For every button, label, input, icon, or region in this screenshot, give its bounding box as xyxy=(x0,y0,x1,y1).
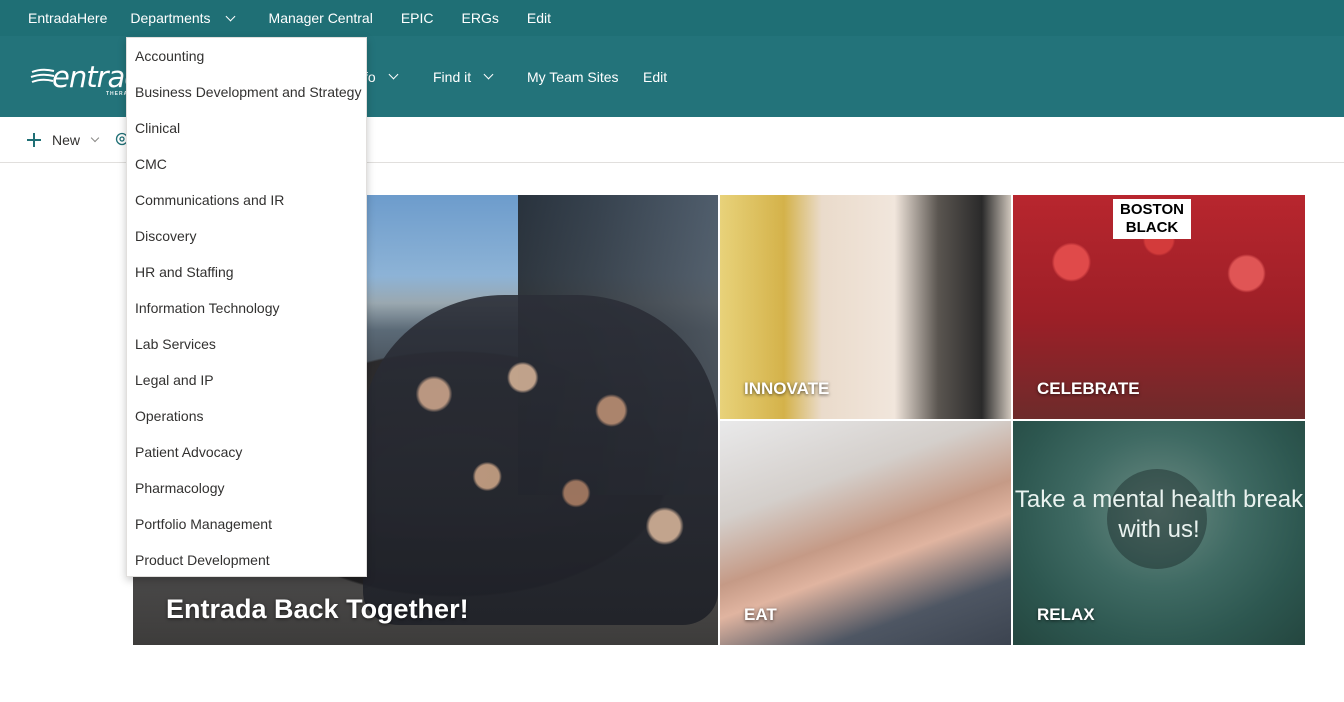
menu-item-cmc[interactable]: CMC xyxy=(127,146,366,182)
top-nav-departments-label: Departments xyxy=(130,10,211,26)
hero-tile-caption: EAT xyxy=(744,605,777,624)
chevron-down-icon xyxy=(225,11,235,21)
header-nav-find-it[interactable]: Find it xyxy=(433,36,494,117)
top-nav-ergs[interactable]: ERGs xyxy=(462,0,499,36)
new-button[interactable]: New xyxy=(27,129,100,151)
hero-tile-caption: INNOVATE xyxy=(744,379,830,398)
hero-tile-relax[interactable]: Take a mental health break with us! RELA… xyxy=(1013,421,1305,645)
hero-tile-caption: RELAX xyxy=(1037,605,1095,624)
header-nav-edit[interactable]: Edit xyxy=(643,36,667,117)
departments-dropdown-menu: Accounting Business Development and Stra… xyxy=(126,37,367,577)
menu-item-discovery[interactable]: Discovery xyxy=(127,218,366,254)
top-nav-edit[interactable]: Edit xyxy=(527,0,551,36)
group-photo-image xyxy=(363,295,718,625)
hero-tile-celebrate[interactable]: BOSTON BLACK CELEBRATE xyxy=(1013,195,1305,419)
menu-item-lab-services[interactable]: Lab Services xyxy=(127,326,366,362)
menu-item-pharmacology[interactable]: Pharmacology xyxy=(127,470,366,506)
hero-tile-innovate[interactable]: INNOVATE xyxy=(720,195,1011,419)
top-nav-bar: EntradaHere Departments Manager Central … xyxy=(0,0,1344,36)
top-nav-epic[interactable]: EPIC xyxy=(401,0,434,36)
menu-item-portfolio-management[interactable]: Portfolio Management xyxy=(127,506,366,542)
plus-icon xyxy=(27,133,41,147)
top-nav-departments[interactable]: Departments xyxy=(130,0,235,36)
relax-message: Take a mental health break with us! xyxy=(1014,486,1304,543)
chevron-down-icon xyxy=(90,133,100,143)
header-nav-my-team-sites[interactable]: My Team Sites xyxy=(527,36,619,117)
hero-main-caption: Entrada Back Together! xyxy=(166,594,469,624)
menu-item-business-development[interactable]: Business Development and Strategy xyxy=(127,74,366,110)
menu-item-patient-advocacy[interactable]: Patient Advocacy xyxy=(127,434,366,470)
menu-item-information-technology[interactable]: Information Technology xyxy=(127,290,366,326)
hero-tile-caption: CELEBRATE xyxy=(1037,379,1140,398)
top-nav-manager-central[interactable]: Manager Central xyxy=(269,0,373,36)
menu-item-accounting[interactable]: Accounting xyxy=(127,38,366,74)
menu-item-hr-staffing[interactable]: HR and Staffing xyxy=(127,254,366,290)
header-nav-find-it-label: Find it xyxy=(433,68,472,85)
new-button-label: New xyxy=(52,132,81,148)
top-nav-entradahere[interactable]: EntradaHere xyxy=(28,0,107,36)
chevron-down-icon xyxy=(388,69,399,80)
boston-black-sign: BOSTON BLACK xyxy=(1113,199,1191,239)
menu-item-operations[interactable]: Operations xyxy=(127,398,366,434)
chevron-down-icon xyxy=(483,69,494,80)
menu-item-clinical[interactable]: Clinical xyxy=(127,110,366,146)
menu-item-legal-ip[interactable]: Legal and IP xyxy=(127,362,366,398)
menu-item-product-development[interactable]: Product Development xyxy=(127,542,366,578)
hero-tile-eat[interactable]: EAT xyxy=(720,421,1011,645)
menu-item-communications[interactable]: Communications and IR xyxy=(127,182,366,218)
header-nav-info[interactable]: fo xyxy=(364,36,399,117)
